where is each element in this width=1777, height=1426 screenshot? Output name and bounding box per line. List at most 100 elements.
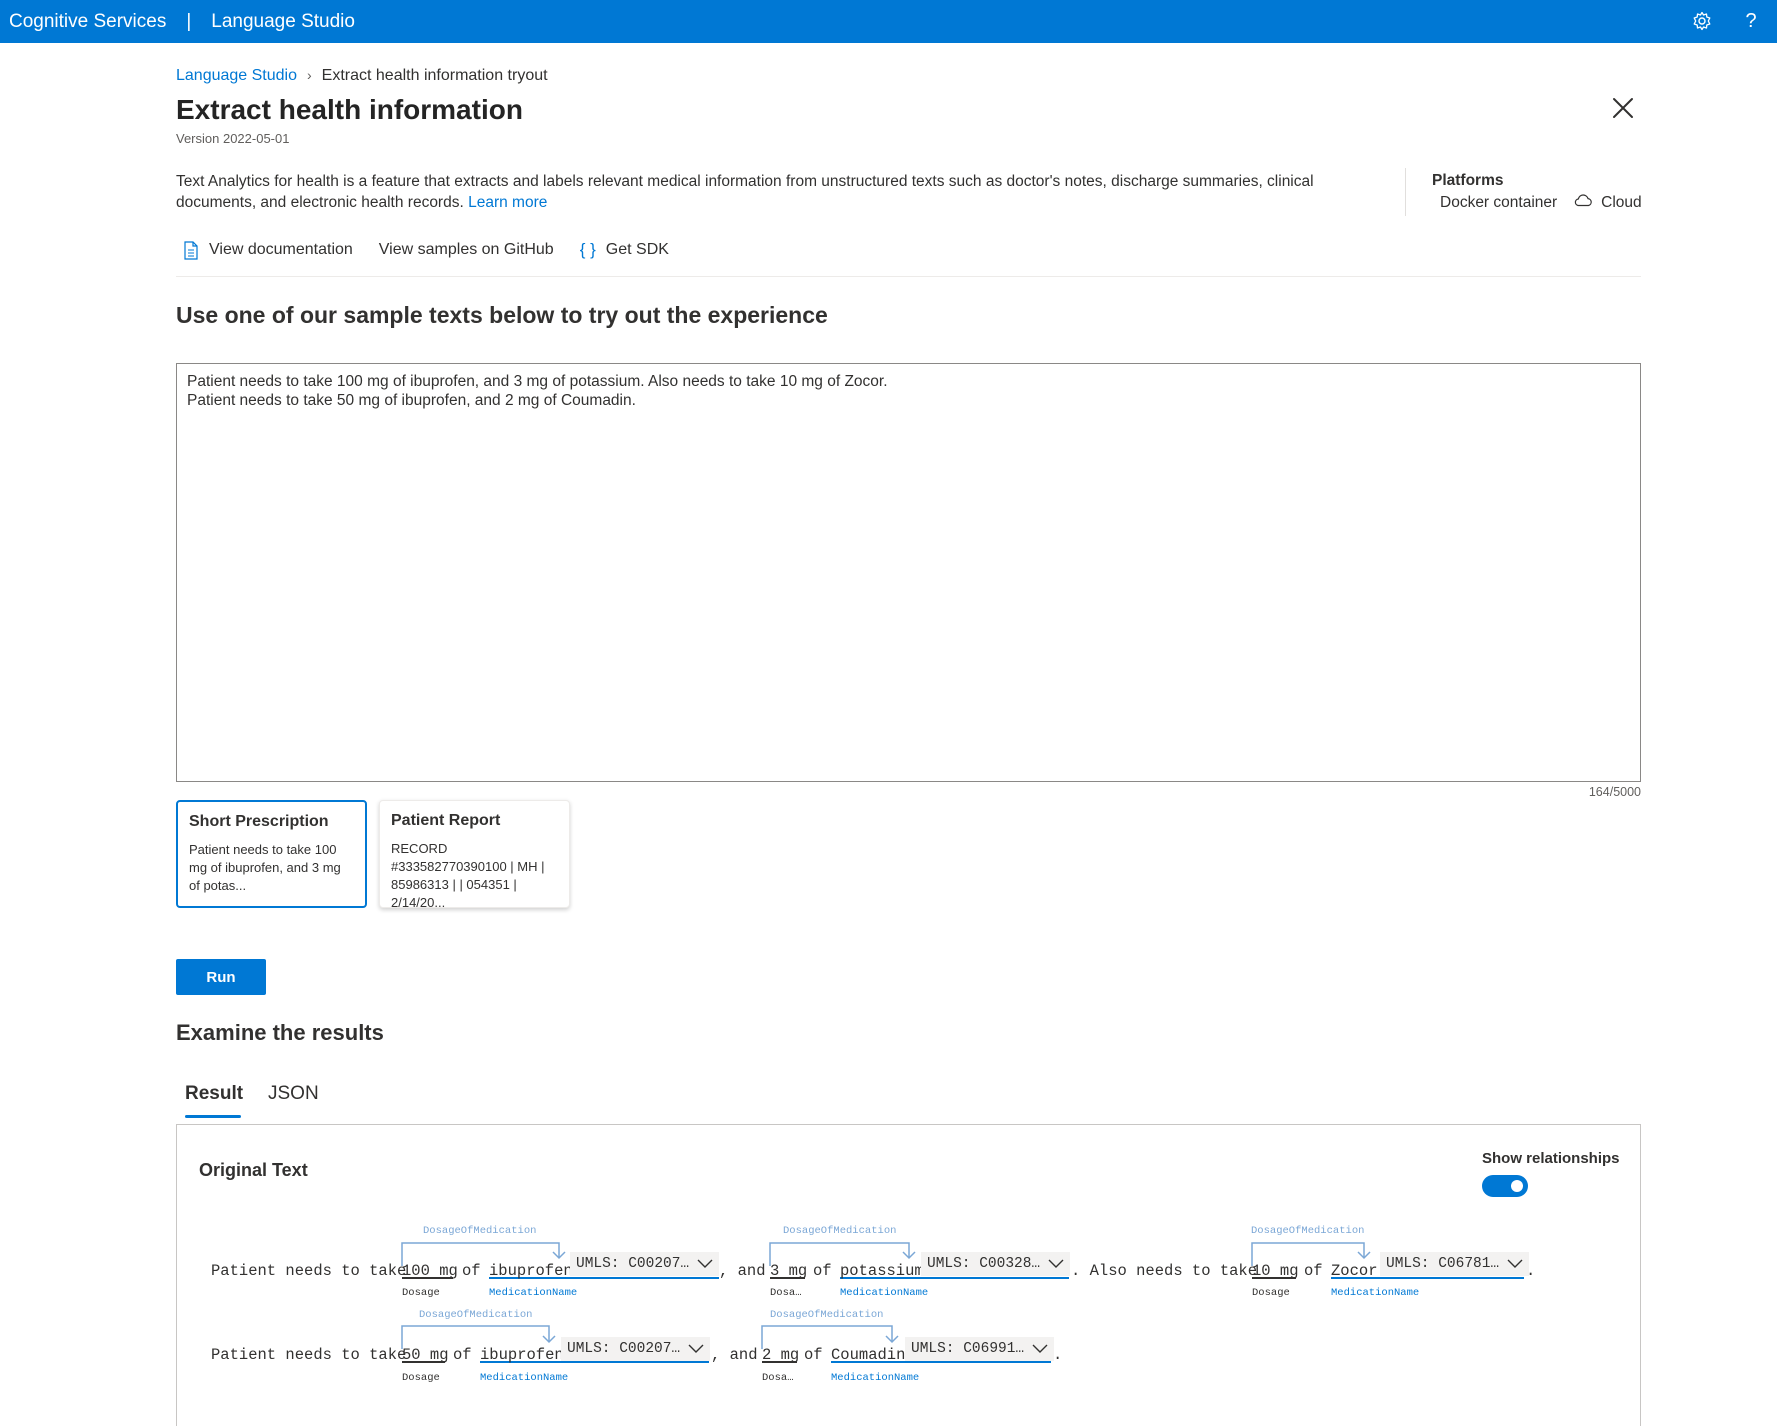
umls-dropdown[interactable]: UMLS: C06781… [1380, 1252, 1530, 1276]
entity-medication[interactable]: ibuprofen [480, 1346, 564, 1364]
code-braces-icon: { } [579, 240, 596, 259]
sample-card-preview: Patient needs to take 100 mg of ibuprofe… [189, 842, 341, 893]
breadcrumb-current: Extract health information tryout [321, 67, 548, 84]
sample-card-title: Patient Report [391, 812, 501, 829]
show-relationships-label: Show relationships [1482, 1150, 1620, 1167]
page-title: Extract health information [176, 94, 523, 125]
entity-type-label: MedicationName [489, 1287, 578, 1299]
umls-code: UMLS: C06781… [1386, 1256, 1500, 1272]
entity-dosage[interactable]: 10 mg [1252, 1262, 1299, 1280]
help-icon[interactable]: ? [1738, 8, 1764, 34]
entity-type-label: Dosa… [762, 1372, 794, 1384]
brand: Cognitive Services | Language Studio [9, 11, 355, 33]
show-relationships-toggle[interactable] [1482, 1175, 1528, 1197]
umls-code: UMLS: C00328… [927, 1256, 1041, 1272]
umls-dropdown[interactable]: UMLS: C00207… [570, 1252, 720, 1276]
platforms-list: Docker container Cloud [1440, 193, 1642, 212]
run-button[interactable]: Run [176, 959, 266, 995]
entity-type-label: MedicationName [840, 1287, 929, 1299]
entity-type-label: MedicationName [831, 1372, 920, 1384]
relation-label: DosageOfMedication [783, 1225, 897, 1237]
plain-text: of [813, 1262, 832, 1280]
view-documentation-link[interactable]: View documentation [183, 240, 353, 260]
brand-name[interactable]: Cognitive Services [9, 11, 166, 32]
get-sdk-label: Get SDK [605, 241, 669, 258]
entity-type-label: Dosage [402, 1287, 440, 1299]
tab-result[interactable]: Result [185, 1083, 243, 1105]
description-text: Text Analytics for health is a feature t… [176, 173, 1314, 211]
character-counter: 164/5000 [1588, 785, 1641, 799]
plain-text: Patient needs to take [211, 1262, 407, 1280]
plain-text: of [804, 1346, 823, 1364]
platform-cloud: Cloud [1601, 193, 1642, 211]
original-text-heading: Original Text [199, 1160, 308, 1180]
chevron-down-icon [1032, 1344, 1048, 1354]
entity-type-label: Dosage [402, 1372, 440, 1384]
breadcrumb-root-link[interactable]: Language Studio [176, 67, 297, 84]
plain-text: of [1304, 1262, 1323, 1280]
chevron-down-icon [697, 1259, 713, 1269]
entity-medication[interactable]: potassium [840, 1262, 924, 1280]
plain-text: Patient needs to take [211, 1346, 407, 1364]
umls-code: UMLS: C00207… [567, 1341, 681, 1357]
view-samples-github-link[interactable]: View samples on GitHub [379, 241, 554, 259]
entity-medication[interactable]: Coumadin [831, 1346, 905, 1364]
plain-text: . [1053, 1346, 1063, 1364]
entity-type-label: Dosa… [770, 1287, 802, 1299]
umls-dropdown[interactable]: UMLS: C06991… [905, 1337, 1055, 1361]
chevron-down-icon [1048, 1259, 1064, 1269]
relation-label: DosageOfMedication [423, 1225, 537, 1237]
document-icon [183, 240, 199, 260]
entity-medication[interactable]: ibuprofen [489, 1262, 573, 1280]
sample-text-input[interactable]: Patient needs to take 100 mg of ibuprofe… [176, 363, 1641, 782]
toggle-knob [1511, 1180, 1523, 1192]
section-divider [176, 276, 1641, 277]
umls-dropdown[interactable]: UMLS: C00207… [561, 1337, 711, 1361]
platform-docker: Docker container [1440, 193, 1558, 211]
entity-medication[interactable]: Zocor [1331, 1262, 1378, 1280]
sample-card-patient-report[interactable]: Patient Report RECORD #333582770390100 |… [379, 800, 570, 910]
umls-dropdown[interactable]: UMLS: C00328… [921, 1252, 1071, 1276]
top-bar: Cognitive Services | Language Studio ? [0, 0, 1777, 43]
resource-links: View documentation View samples on GitHu… [183, 240, 695, 260]
relation-label: DosageOfMedication [1251, 1225, 1365, 1237]
gear-icon[interactable] [1689, 8, 1715, 34]
plain-text: of [462, 1262, 481, 1280]
breadcrumb: Language Studio › Extract health informati… [176, 67, 548, 85]
chevron-down-icon [688, 1344, 704, 1354]
get-sdk-link[interactable]: { } Get SDK [580, 240, 669, 260]
plain-text: , and [711, 1346, 758, 1364]
relation-label: DosageOfMedication [419, 1309, 533, 1321]
entity-dosage[interactable]: 50 mg [402, 1346, 449, 1364]
plain-text: . Also needs to take [1071, 1262, 1258, 1280]
view-documentation-label: View documentation [209, 241, 353, 258]
cloud-icon [1573, 193, 1593, 212]
sample-card-title: Short Prescription [189, 813, 329, 830]
plain-text: , and [719, 1262, 766, 1280]
view-samples-github-label: View samples on GitHub [378, 241, 554, 258]
tab-json[interactable]: JSON [268, 1083, 319, 1105]
entity-type-label: MedicationName [480, 1372, 569, 1384]
version-label: Version 2022-05-01 [176, 131, 290, 146]
sample-card-short-prescription[interactable]: Short Prescription Patient needs to take… [176, 800, 367, 908]
close-icon[interactable] [1610, 95, 1636, 121]
umls-code: UMLS: C00207… [576, 1256, 690, 1272]
description: Text Analytics for health is a feature t… [176, 171, 1376, 213]
entity-dosage[interactable]: 100 mg [402, 1262, 458, 1280]
results-title: Examine the results [176, 1020, 384, 1045]
relation-label: DosageOfMedication [770, 1309, 884, 1321]
sample-section-title: Use one of our sample texts below to try… [176, 302, 828, 328]
plain-text: of [453, 1346, 472, 1364]
product-name[interactable]: Language Studio [211, 11, 355, 32]
entity-type-label: Dosage [1252, 1287, 1290, 1299]
entity-dosage[interactable]: 2 mg [762, 1346, 799, 1364]
platforms-divider [1405, 168, 1406, 216]
brand-separator: | [186, 11, 192, 32]
umls-code: UMLS: C06991… [911, 1341, 1025, 1357]
plain-text: . [1526, 1262, 1536, 1280]
learn-more-link[interactable]: Learn more [468, 194, 547, 211]
chevron-down-icon [1507, 1259, 1523, 1269]
chevron-right-icon: › [307, 67, 312, 83]
entity-dosage[interactable]: 3 mg [770, 1262, 807, 1280]
platforms-title: Platforms [1432, 172, 1504, 189]
